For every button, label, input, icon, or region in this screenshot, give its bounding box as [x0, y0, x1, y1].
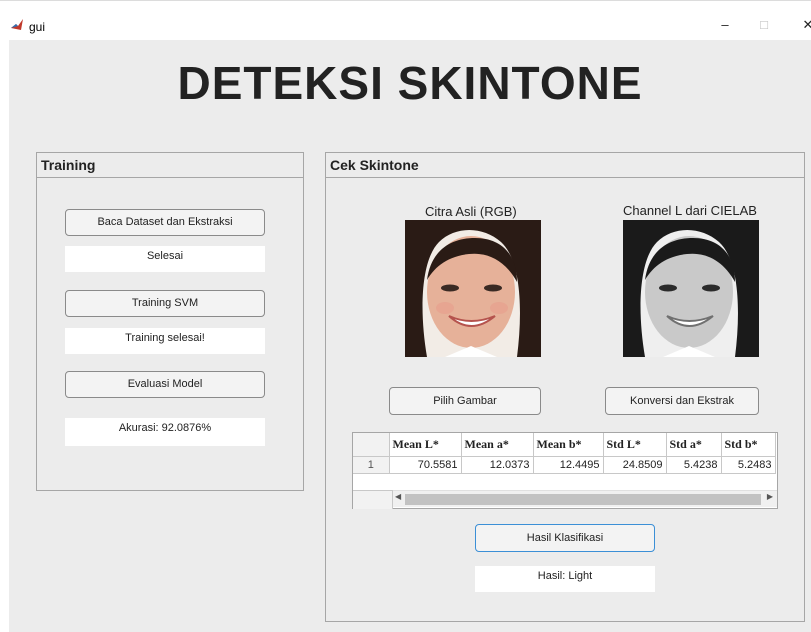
- column-header: Std L*: [603, 433, 667, 457]
- table-header-row: Mean L* Mean a* Mean b* Std L* Std a* St…: [353, 433, 776, 457]
- pick-image-button[interactable]: Pilih Gambar: [389, 387, 541, 415]
- window-title: gui: [29, 20, 46, 34]
- maximize-button[interactable]: □: [757, 17, 771, 33]
- table-scroll-corner: [353, 490, 393, 509]
- horizontal-scrollbar[interactable]: ◀ ▶: [393, 490, 777, 507]
- table-corner-cell: [353, 433, 390, 457]
- cek-panel-title: Cek Skintone: [326, 153, 804, 178]
- column-header: Mean a*: [461, 433, 534, 457]
- scroll-left-arrow-icon[interactable]: ◀: [395, 492, 401, 501]
- table-row[interactable]: 1 70.5581 12.0373 12.4495 24.8509 5.4238…: [353, 456, 776, 474]
- scroll-right-arrow-icon[interactable]: ▶: [767, 492, 773, 501]
- matlab-app-icon: [10, 18, 24, 32]
- column-header: Mean L*: [389, 433, 462, 457]
- table-cell[interactable]: 12.4495: [533, 456, 604, 474]
- window-titlebar: gui – □ ✕: [0, 0, 811, 34]
- accuracy-text: Akurasi: 92.0876%: [65, 418, 265, 446]
- table-cell[interactable]: 24.8509: [603, 456, 667, 474]
- column-header: Std a*: [666, 433, 722, 457]
- evaluate-model-button[interactable]: Evaluasi Model: [65, 371, 265, 398]
- table-cell[interactable]: 5.2483: [721, 456, 776, 474]
- feature-table[interactable]: Mean L* Mean a* Mean b* Std L* Std a* St…: [352, 432, 778, 509]
- lchannel-face-image: [623, 220, 759, 357]
- convert-extract-button[interactable]: Konversi dan Ekstrak: [605, 387, 759, 415]
- column-header: Mean b*: [533, 433, 604, 457]
- classify-result-button[interactable]: Hasil Klasifikasi: [475, 524, 655, 552]
- read-status-text: Selesai: [65, 246, 265, 272]
- table-cell[interactable]: 12.0373: [461, 456, 534, 474]
- feature-table-grid: Mean L* Mean a* Mean b* Std L* Std a* St…: [353, 433, 776, 474]
- column-header: Std b*: [721, 433, 776, 457]
- train-svm-button[interactable]: Training SVM: [65, 290, 265, 317]
- row-header: 1: [353, 456, 390, 474]
- close-button[interactable]: ✕: [801, 17, 811, 33]
- classification-result-text: Hasil: Light: [475, 566, 655, 592]
- read-dataset-button[interactable]: Baca Dataset dan Ekstraksi: [65, 209, 265, 236]
- train-status-text: Training selesai!: [65, 328, 265, 354]
- scrollbar-thumb[interactable]: [405, 494, 761, 505]
- table-cell[interactable]: 70.5581: [389, 456, 462, 474]
- table-cell[interactable]: 5.4238: [666, 456, 722, 474]
- original-image-caption: Citra Asli (RGB): [425, 204, 517, 219]
- training-panel-title: Training: [37, 153, 303, 178]
- lchannel-image-caption: Channel L dari CIELAB: [623, 203, 757, 218]
- original-face-image: [405, 220, 541, 357]
- page-title: DETEKSI SKINTONE: [177, 57, 643, 109]
- minimize-button[interactable]: –: [718, 17, 732, 33]
